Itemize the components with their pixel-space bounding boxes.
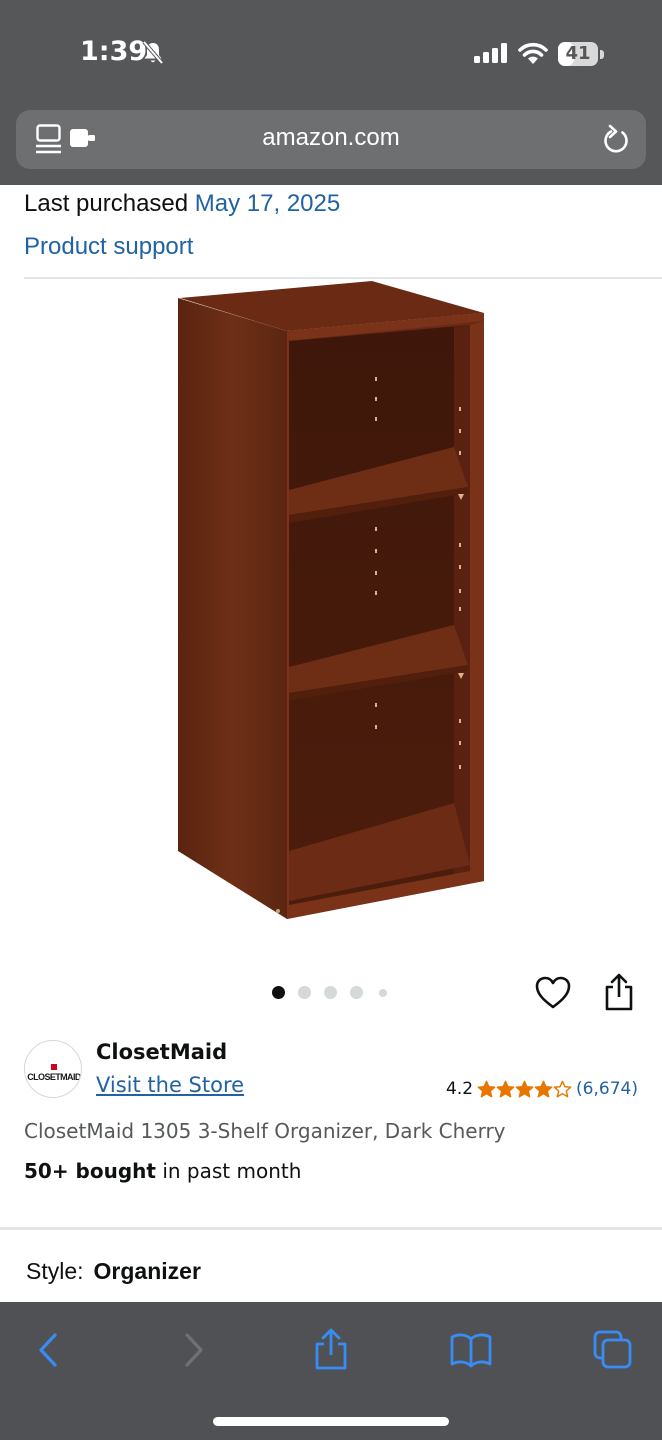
rating-count[interactable]: (6,674): [576, 1079, 638, 1099]
browser-top-chrome: 1:39 41 amazon.com: [0, 0, 662, 185]
wifi-icon: [517, 41, 549, 69]
style-selector[interactable]: Style: Organizer: [26, 1258, 201, 1285]
share-icon[interactable]: [601, 972, 637, 1012]
divider: [0, 1227, 662, 1230]
status-time: 1:39: [80, 36, 148, 67]
pager-dot[interactable]: [350, 986, 363, 999]
home-indicator[interactable]: [213, 1417, 449, 1426]
tabs-overview-icon[interactable]: [589, 1326, 637, 1374]
star-rating: [477, 1080, 572, 1099]
style-label: Style:: [26, 1258, 84, 1284]
last-purchased-date[interactable]: May 17, 2025: [195, 190, 340, 217]
battery-icon: 41: [558, 42, 598, 66]
pager-dot-active[interactable]: [272, 986, 285, 999]
battery-percentage: 41: [565, 43, 591, 64]
star-icon: [534, 1080, 553, 1097]
rating-value: 4.2: [446, 1079, 474, 1099]
image-pager[interactable]: [270, 984, 400, 1000]
style-value: Organizer: [93, 1258, 201, 1284]
star-icon: [553, 1080, 572, 1097]
battery-nub: [600, 50, 604, 59]
toolbar-share-icon[interactable]: [307, 1326, 355, 1374]
forward-icon[interactable]: [168, 1326, 216, 1374]
product-image[interactable]: [172, 279, 492, 924]
pager-dot[interactable]: [324, 986, 337, 999]
pager-dot[interactable]: [298, 986, 311, 999]
brand-logo[interactable]: CLOSETMAID: [24, 1040, 82, 1098]
cellular-signal-icon: [474, 43, 508, 67]
bookmarks-icon[interactable]: [447, 1326, 495, 1374]
wishlist-heart-icon[interactable]: [533, 973, 573, 1013]
pager-dot[interactable]: [379, 989, 387, 997]
last-purchased-label: Last purchased: [24, 190, 189, 217]
brand-name: ClosetMaid: [96, 1040, 228, 1064]
star-icon: [515, 1080, 534, 1097]
bought-period: in past month: [162, 1159, 302, 1183]
bought-count: 50+ bought: [24, 1159, 156, 1183]
reload-icon[interactable]: [602, 124, 632, 160]
star-icon: [477, 1080, 496, 1097]
bought-in-past-month: 50+ bought in past month: [24, 1159, 301, 1183]
bell-slash-icon: [141, 40, 165, 70]
last-purchased: Last purchased May 17, 2025: [24, 190, 340, 218]
address-bar[interactable]: amazon.com: [16, 110, 646, 169]
product-support-link[interactable]: Product support: [24, 233, 193, 261]
brand-logo-text: CLOSETMAID: [27, 1072, 81, 1082]
product-title: ClosetMaid 1305 3-Shelf Organizer, Dark …: [24, 1119, 506, 1143]
rating-row[interactable]: 4.2 (6,674): [446, 1076, 638, 1102]
star-icon: [496, 1080, 515, 1097]
url-text[interactable]: amazon.com: [16, 124, 646, 152]
visit-store-link[interactable]: Visit the Store: [96, 1073, 244, 1097]
brand-logo-mark: [50, 1064, 57, 1070]
back-icon[interactable]: [26, 1326, 74, 1374]
